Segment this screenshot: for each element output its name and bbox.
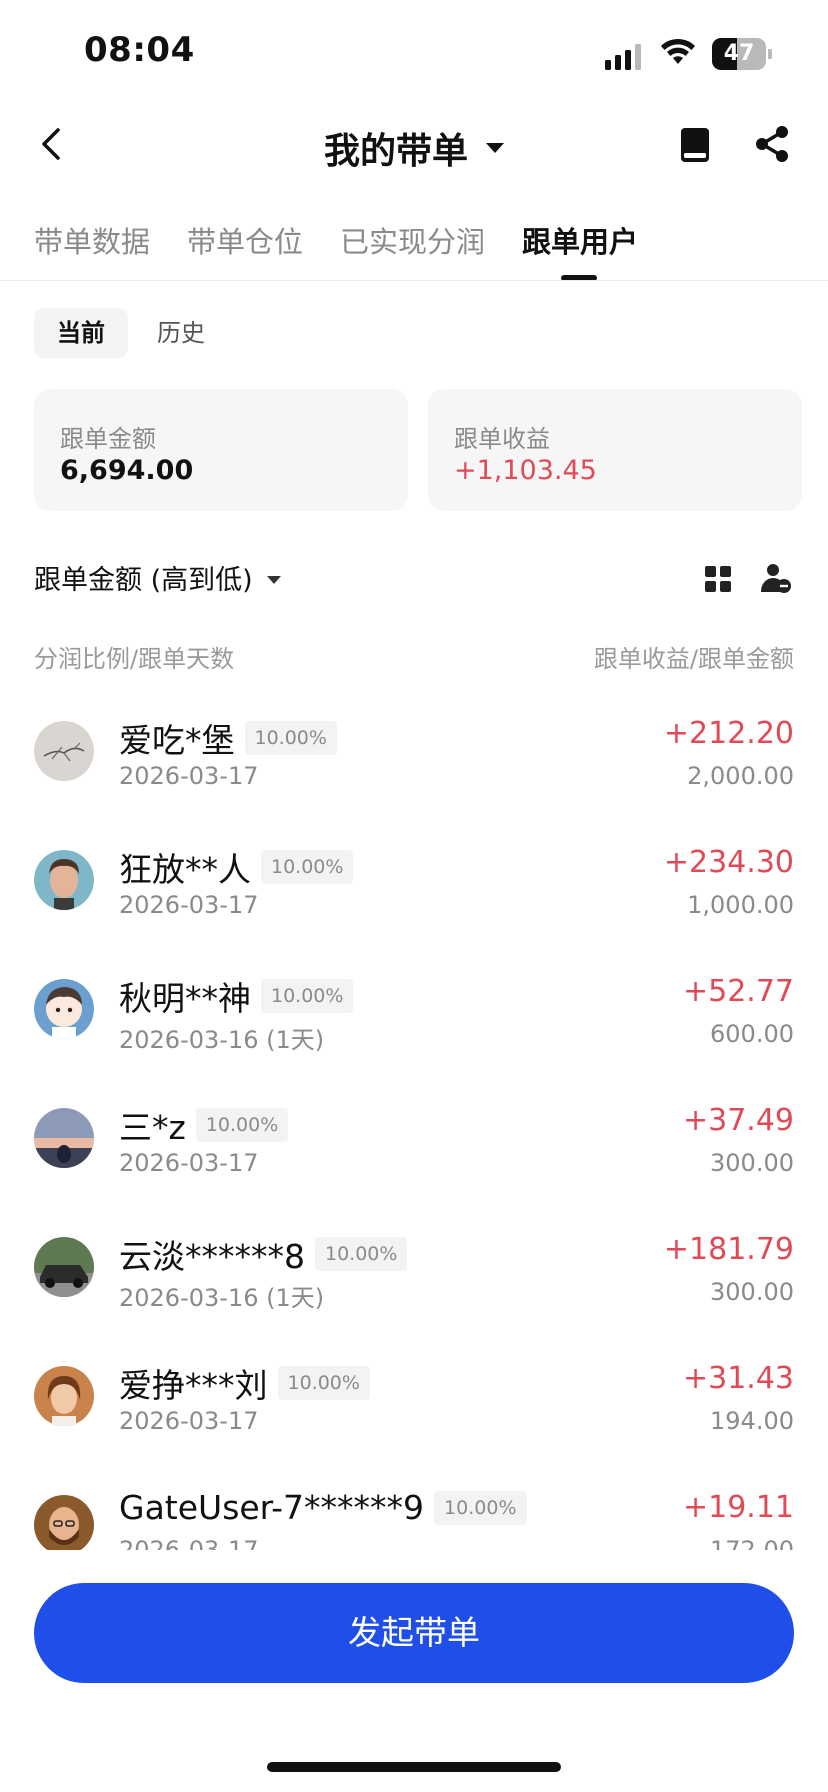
follower-name: 三*z: [119, 1108, 186, 1147]
follower-name: 狂放**人: [119, 850, 251, 889]
follower-profit: +181.79: [663, 1232, 794, 1267]
follower-row[interactable]: 三*z 10.00% 2026-03-17 +37.49 300.00: [0, 1077, 828, 1206]
home-indicator[interactable]: [267, 1762, 561, 1772]
avatar: [34, 1108, 94, 1168]
segment-history[interactable]: 历史: [134, 308, 228, 358]
tab-followers[interactable]: 跟单用户: [522, 219, 638, 261]
avatar: [34, 1237, 94, 1297]
follower-amount: 600.00: [710, 1020, 794, 1048]
follower-name: 秋明**神: [119, 979, 251, 1018]
profit-share-badge: 10.00%: [434, 1490, 527, 1525]
manage-followers-button[interactable]: [760, 562, 792, 594]
grid-icon: [705, 566, 731, 592]
column-header-left: 分润比例/跟单天数: [34, 645, 235, 673]
share-icon: [756, 126, 788, 162]
follower-name-row: 云淡******8 10.00%: [119, 1230, 408, 1278]
avatar: [34, 979, 94, 1039]
follower-name-row: 狂放**人 10.00%: [119, 843, 354, 891]
follower-profit: +31.43: [682, 1361, 794, 1396]
follower-name: 爱吃*堡: [119, 721, 235, 760]
follower-name: GateUser-7******9: [119, 1488, 425, 1527]
profit-share-badge: 10.00%: [277, 1366, 370, 1400]
battery-level: 47: [723, 41, 755, 66]
sort-label: 跟单金额 (高到低): [34, 565, 253, 596]
profit-share-badge: 10.00%: [195, 1108, 289, 1142]
profit-share-badge: 10.00%: [261, 850, 354, 884]
column-header-right: 跟单收益/跟单金额: [593, 645, 794, 673]
caret-down-icon: [266, 575, 281, 584]
follower-profit: +234.30: [663, 845, 794, 880]
follow-amount-value: 6,694.00: [60, 455, 194, 486]
follower-name: 云淡******8: [119, 1237, 305, 1276]
book-icon: [681, 128, 709, 162]
segment-current[interactable]: 当前: [34, 308, 128, 358]
start-lead-trading-button[interactable]: 发起带单: [34, 1583, 794, 1683]
avatar: [34, 1495, 94, 1550]
tab-realized-profit[interactable]: 已实现分润: [340, 219, 485, 261]
avatar: [34, 1366, 94, 1426]
follower-amount: 300.00: [710, 1278, 794, 1306]
battery-icon: 47: [712, 38, 772, 70]
follow-date: 2026-03-17: [119, 1536, 259, 1550]
sort-dropdown[interactable]: 跟单金额 (高到低): [34, 558, 281, 597]
grid-view-button[interactable]: [704, 565, 732, 593]
tab-divider: [0, 280, 828, 281]
follower-amount: 300.00: [710, 1149, 794, 1177]
follow-date: 2026-03-17: [119, 891, 259, 919]
follower-list[interactable]: 爱吃*堡 10.00% 2026-03-17 +212.20 2,000.00 …: [0, 690, 828, 1550]
page-title: 我的带单: [323, 131, 468, 172]
status-time: 08:04: [84, 30, 195, 70]
user-remove-icon: [761, 564, 791, 593]
cellular-signal-icon: [605, 44, 643, 70]
follow-amount-card: 跟单金额 6,694.00: [34, 389, 408, 511]
follow-date: 2026-03-16 (1天): [119, 1026, 325, 1054]
follower-name-row: 爱吃*堡 10.00%: [119, 714, 337, 762]
profit-share-badge: 10.00%: [315, 1237, 408, 1271]
follower-row[interactable]: 云淡******8 10.00% 2026-03-16 (1天) +181.79…: [0, 1206, 828, 1335]
follow-profit-card: 跟单收益 +1,103.45: [428, 389, 802, 511]
caret-down-icon: [486, 143, 504, 153]
follow-date: 2026-03-17: [119, 1149, 259, 1177]
avatar: [34, 850, 94, 910]
follower-amount: 194.00: [710, 1407, 794, 1435]
follow-profit-value: +1,103.45: [454, 455, 597, 486]
follower-name-row: GateUser-7******9 10.00%: [119, 1488, 527, 1527]
avatar: [34, 721, 94, 781]
profit-share-badge: 10.00%: [244, 721, 337, 755]
follower-profit: +19.11: [682, 1490, 794, 1525]
tab-lead-data[interactable]: 带单数据: [34, 219, 150, 261]
follower-profit: +52.77: [682, 974, 794, 1009]
follower-row[interactable]: 秋明**神 10.00% 2026-03-16 (1天) +52.77 600.…: [0, 948, 828, 1077]
follower-row[interactable]: GateUser-7******9 10.00% 2026-03-17 +19.…: [0, 1464, 828, 1550]
follower-row[interactable]: 爱吃*堡 10.00% 2026-03-17 +212.20 2,000.00: [0, 690, 828, 819]
follower-amount: 2,000.00: [687, 762, 794, 790]
tab-lead-positions[interactable]: 带单仓位: [187, 219, 303, 261]
follower-row[interactable]: 爱挣***刘 10.00% 2026-03-17 +31.43 194.00: [0, 1335, 828, 1464]
profit-share-badge: 10.00%: [261, 979, 354, 1013]
title-dropdown[interactable]: 我的带单: [324, 122, 504, 174]
follow-date: 2026-03-16 (1天): [119, 1284, 325, 1312]
follower-profit: +212.20: [663, 716, 794, 751]
follow-date: 2026-03-17: [119, 762, 259, 790]
book-button[interactable]: [678, 126, 712, 164]
follower-amount: 172.00: [710, 1536, 794, 1550]
follower-name-row: 秋明**神 10.00%: [119, 972, 354, 1020]
follow-date: 2026-03-17: [119, 1407, 259, 1435]
follower-name-row: 爱挣***刘 10.00%: [119, 1359, 370, 1407]
follower-row[interactable]: 狂放**人 10.00% 2026-03-17 +234.30 1,000.00: [0, 819, 828, 948]
follow-amount-label: 跟单金额: [60, 425, 156, 453]
follower-name-row: 三*z 10.00%: [119, 1101, 289, 1149]
follow-profit-label: 跟单收益: [454, 425, 550, 453]
follower-name: 爱挣***刘: [119, 1366, 268, 1405]
follower-profit: +37.49: [682, 1103, 794, 1138]
wifi-icon: [661, 38, 695, 64]
share-button[interactable]: [752, 124, 792, 164]
follower-amount: 1,000.00: [687, 891, 794, 919]
